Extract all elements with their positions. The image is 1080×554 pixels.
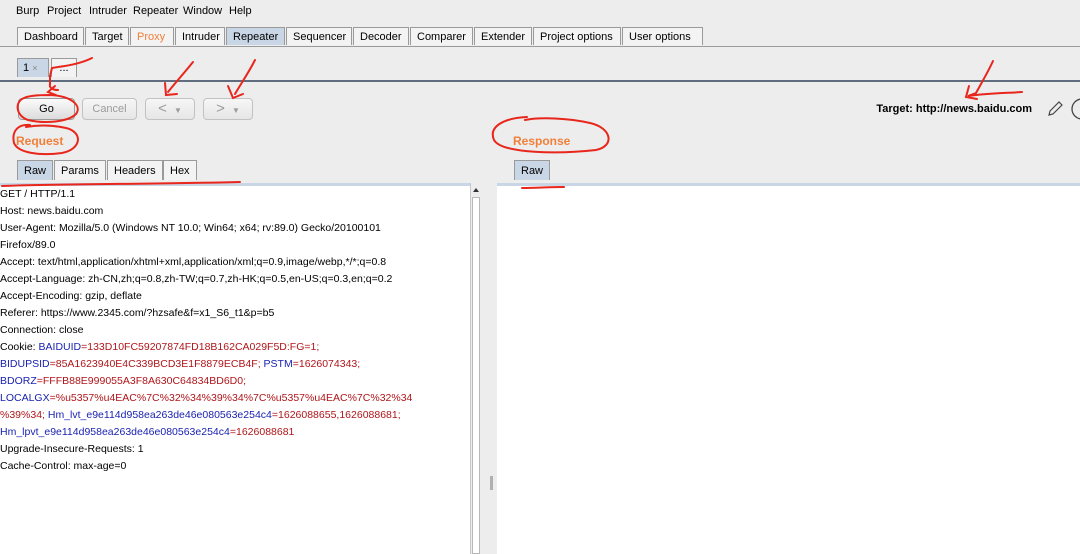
repeater-tab-1[interactable]: 1 × — [17, 58, 49, 77]
split-pane-divider[interactable] — [487, 140, 495, 554]
request-line: Connection: close — [0, 324, 84, 336]
chevron-left-icon: < — [158, 100, 167, 117]
annotation-arrowhead — [164, 82, 178, 97]
cookie-value: =FFFB88E999055A3F8A630C64834BD6D0; — [36, 375, 247, 387]
close-icon[interactable]: × — [32, 63, 37, 73]
menu-bar: Burp Project Intruder Repeater Window He… — [0, 0, 1080, 22]
cookie-key: BIDUPSID — [0, 358, 50, 370]
repeater-tab-1-label: 1 — [23, 62, 30, 74]
request-line: Accept: text/html,application/xhtml+xml,… — [0, 256, 387, 268]
cookie-line: LOCALGX=%u5357%u4EAC%7C%32%34%39%34%7C%u… — [0, 390, 412, 407]
request-line: GET / HTTP/1.1 — [0, 188, 76, 200]
response-editor[interactable] — [497, 183, 1080, 554]
cookie-line: BDORZ=FFFB88E999055A3F8A630C64834BD6D0; — [0, 373, 246, 390]
tab-user-options[interactable]: User options — [622, 27, 703, 45]
cookie-line: Cookie: BAIDUID=133D10FC59207874FD18B162… — [0, 339, 319, 356]
response-tab-raw[interactable]: Raw — [514, 160, 551, 180]
tab-proxy[interactable]: Proxy — [130, 27, 174, 45]
request-tab-params[interactable]: Params — [54, 160, 106, 180]
tool-tab-bar: Dashboard Target Proxy Intruder Repeater… — [0, 24, 1080, 47]
tab-intruder[interactable]: Intruder — [175, 27, 225, 45]
tab-dashboard[interactable]: Dashboard — [17, 27, 84, 45]
cookie-line: BIDUPSID=85A1623940E4C339BCD3E1F8879ECB4… — [0, 356, 360, 373]
request-line: Firefox/89.0 — [0, 239, 56, 251]
repeater-tab-bar: 1 × ... — [0, 52, 1080, 78]
cookie-key: PSTM — [260, 358, 293, 370]
menu-help[interactable]: Help — [229, 5, 252, 17]
menu-repeater[interactable]: Repeater — [133, 5, 178, 17]
tab-extender[interactable]: Extender — [474, 27, 532, 45]
cookie-line: Hm_lpvt_e9e114d958ea263de46e080563e254c4… — [0, 424, 294, 441]
request-editor[interactable]: GET / HTTP/1.1 Host: news.baidu.com User… — [0, 183, 470, 554]
dropdown-arrow-icon: ▼ — [173, 106, 182, 115]
cookie-value: =%u5357%u4EAC%7C%32%34%39%34%7C%u5357%u4… — [49, 392, 413, 404]
cookie-key: BDORZ — [0, 375, 37, 387]
target-label: Target: http://news.baidu.com — [876, 103, 1032, 115]
annotation-arrowhead — [46, 85, 57, 96]
cookie-label: Cookie: — [0, 341, 39, 353]
chevron-right-icon: > — [216, 100, 225, 117]
scrollbar-thumb[interactable] — [472, 197, 480, 554]
tab-target[interactable]: Target — [85, 27, 129, 45]
request-tab-hex[interactable]: Hex — [163, 160, 197, 180]
tab-comparer[interactable]: Comparer — [410, 27, 473, 45]
cookie-value: =1626088655,1626088681; — [271, 409, 401, 421]
cookie-value: =133D10FC59207874FD18B162CA029F5D:FG=1; — [81, 341, 320, 353]
response-title: Response — [513, 134, 571, 148]
new-tab-button[interactable]: ... — [51, 58, 77, 77]
cookie-key: BAIDUID — [38, 341, 82, 353]
cookie-key: Hm_lpvt_e9e114d958ea263de46e080563e254c4 — [0, 426, 230, 438]
request-title: Request — [16, 134, 64, 148]
menu-burp[interactable]: Burp — [16, 5, 39, 17]
request-line: Referer: https://www.2345.com/?hzsafe&f=… — [0, 307, 275, 319]
annotation-arrowhead — [227, 85, 244, 100]
cookie-key: LOCALGX — [0, 392, 50, 404]
dropdown-arrow-icon: ▼ — [231, 106, 240, 115]
request-line: User-Agent: Mozilla/5.0 (Windows NT 10.0… — [0, 222, 381, 234]
help-icon[interactable] — [1070, 96, 1080, 122]
request-line: Host: news.baidu.com — [0, 205, 104, 217]
annotation-arrowhead — [964, 85, 978, 100]
cookie-value: =85A1623940E4C339BCD3E1F8879ECB4F; — [49, 358, 261, 370]
request-line: Cache-Control: max-age=0 — [0, 460, 127, 472]
cookie-value: =1626088681 — [229, 426, 295, 438]
request-line: Accept-Language: zh-CN,zh;q=0.8,zh-TW;q=… — [0, 273, 393, 285]
back-button[interactable]: < ▼ — [145, 98, 195, 120]
menu-window[interactable]: Window — [183, 5, 222, 17]
pencil-icon[interactable] — [1046, 100, 1064, 118]
go-button[interactable]: Go — [18, 98, 75, 120]
tab-sequencer[interactable]: Sequencer — [286, 27, 352, 45]
divider — [0, 80, 1080, 82]
tab-project-options[interactable]: Project options — [533, 27, 621, 45]
cookie-key: Hm_lvt_e9e114d958ea263de46e080563e254c4 — [44, 409, 272, 421]
divider-grip-icon[interactable] — [490, 476, 493, 490]
request-line: Upgrade-Insecure-Requests: 1 — [0, 443, 144, 455]
tab-decoder[interactable]: Decoder — [353, 27, 409, 45]
cookie-value: %39%34; — [0, 409, 45, 421]
menu-intruder[interactable]: Intruder — [89, 5, 127, 17]
forward-button[interactable]: > ▼ — [203, 98, 253, 120]
scroll-up-icon[interactable] — [472, 186, 480, 194]
cookie-line: %39%34; Hm_lvt_e9e114d958ea263de46e08056… — [0, 407, 401, 424]
menu-project[interactable]: Project — [47, 5, 81, 17]
request-tab-raw[interactable]: Raw — [17, 160, 54, 180]
tab-repeater[interactable]: Repeater — [226, 27, 285, 45]
cookie-value: =1626074343; — [292, 358, 361, 370]
request-line: Accept-Encoding: gzip, deflate — [0, 290, 142, 302]
request-tab-headers[interactable]: Headers — [107, 160, 163, 180]
cancel-button[interactable]: Cancel — [82, 98, 137, 120]
